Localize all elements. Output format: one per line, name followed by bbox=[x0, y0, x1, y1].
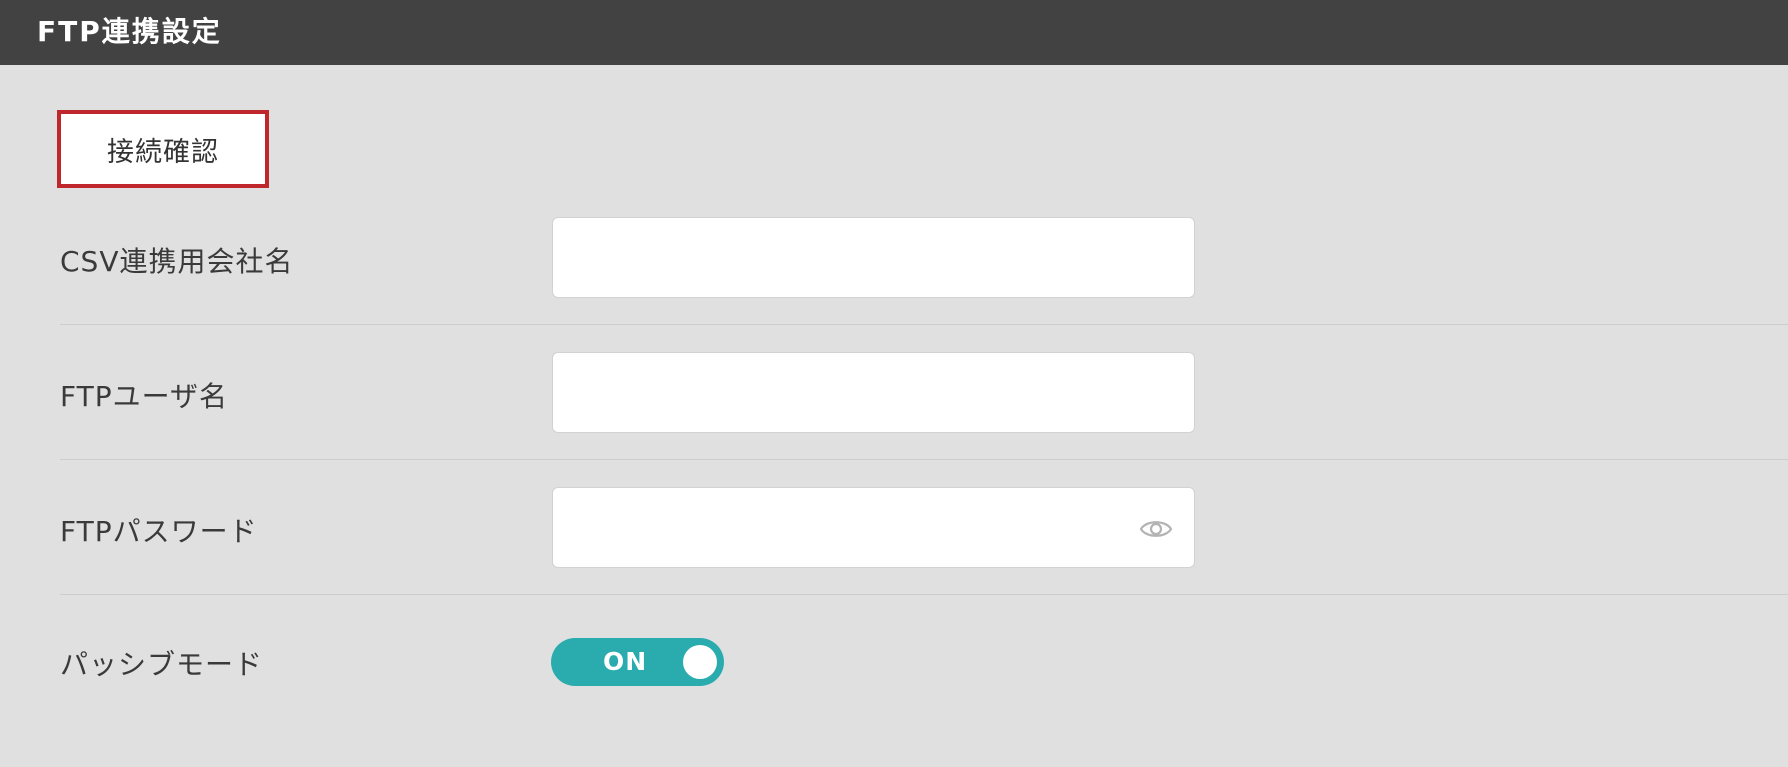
row-divider bbox=[60, 459, 1788, 460]
row-divider bbox=[60, 324, 1788, 325]
ftp-password-label: FTPパスワード bbox=[60, 515, 258, 548]
toggle-state-label: ON bbox=[603, 647, 648, 676]
row-divider bbox=[60, 594, 1788, 595]
ftp-password-input[interactable] bbox=[552, 487, 1195, 568]
connection-check-button[interactable]: 接続確認 bbox=[57, 110, 269, 188]
company-name-input[interactable] bbox=[552, 217, 1195, 298]
page-title: FTP連携設定 bbox=[37, 15, 222, 48]
company-name-label: CSV連携用会社名 bbox=[60, 245, 294, 278]
passive-mode-label: パッシブモード bbox=[60, 648, 264, 681]
eye-icon[interactable] bbox=[1139, 517, 1173, 541]
ftp-username-input[interactable] bbox=[552, 352, 1195, 433]
toggle-knob bbox=[683, 645, 717, 679]
page-header: FTP連携設定 bbox=[0, 0, 1788, 65]
passive-mode-toggle[interactable]: ON bbox=[551, 638, 724, 686]
ftp-username-label: FTPユーザ名 bbox=[60, 380, 229, 413]
